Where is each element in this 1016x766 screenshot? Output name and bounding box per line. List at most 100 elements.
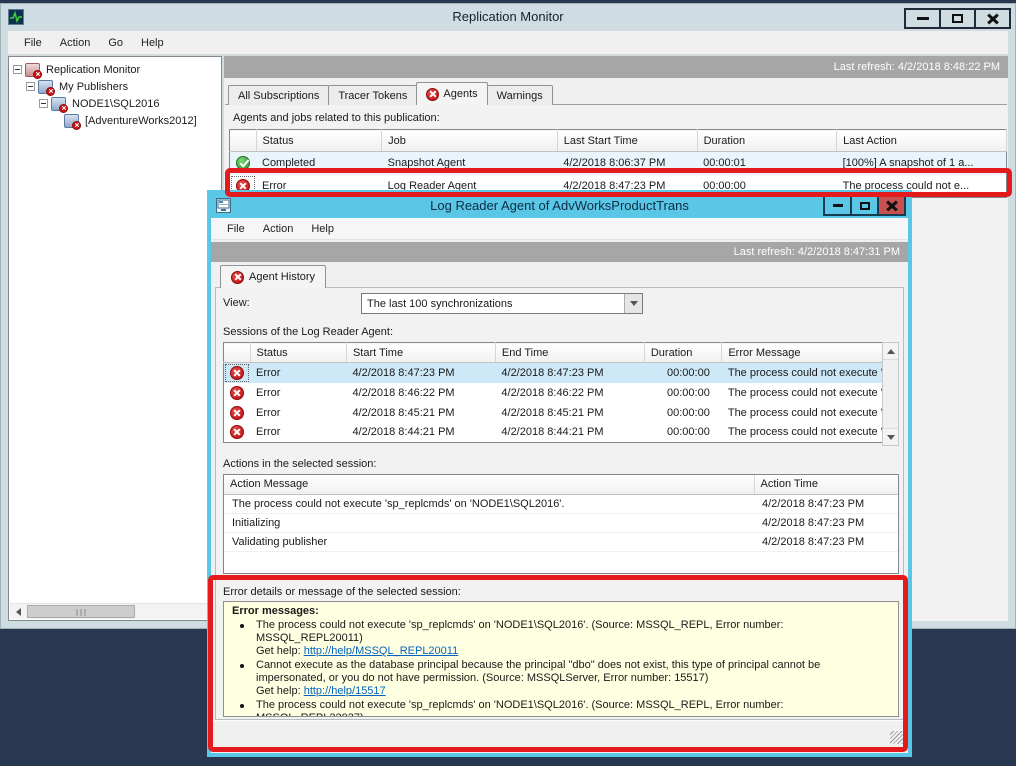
collapse-expander-icon[interactable] bbox=[39, 99, 48, 108]
error-details-caption: Error details or message of the selected… bbox=[223, 586, 461, 598]
horizontal-scrollbar[interactable] bbox=[10, 603, 220, 619]
column-header-duration[interactable]: Duration bbox=[644, 343, 722, 363]
session-row[interactable]: Error 4/2/2018 8:44:21 PM 4/2/2018 8:44:… bbox=[224, 423, 899, 443]
session-row[interactable]: Error 4/2/2018 8:46:22 PM 4/2/2018 8:46:… bbox=[224, 383, 899, 403]
error-details-box: Error messages: The process could not ex… bbox=[223, 601, 899, 717]
actions-caption: Actions in the selected session: bbox=[223, 458, 376, 470]
menu-action[interactable]: Action bbox=[255, 220, 302, 238]
close-button[interactable] bbox=[877, 195, 906, 216]
sessions-grid: Status Start Time End Time Duration Erro… bbox=[223, 342, 899, 446]
error-icon bbox=[426, 88, 439, 101]
column-header-job[interactable]: Job bbox=[382, 130, 558, 152]
error-icon bbox=[230, 366, 244, 380]
collapse-expander-icon[interactable] bbox=[26, 82, 35, 91]
log-reader-agent-window: Log Reader Agent of AdvWorksProductTrans… bbox=[207, 190, 912, 757]
column-header-action-message[interactable]: Action Message bbox=[224, 475, 754, 494]
tab-agents[interactable]: Agents bbox=[416, 82, 487, 105]
replication-tree-panel: Replication Monitor My Publishers NODE1\… bbox=[8, 56, 222, 621]
scroll-left-arrow-icon[interactable] bbox=[10, 604, 26, 619]
tab-agent-history[interactable]: Agent History bbox=[220, 265, 326, 288]
close-icon bbox=[886, 201, 897, 211]
action-row[interactable]: Initializing 4/2/2018 8:47:23 PM bbox=[224, 513, 898, 532]
tree-item-adventureworks2012[interactable]: [AdventureWorks2012] bbox=[9, 112, 221, 129]
sessions-caption: Sessions of the Log Reader Agent: bbox=[223, 326, 393, 338]
minimize-button[interactable] bbox=[904, 8, 941, 29]
desktop: { "colors": { "annotation_red": "#e41a1c… bbox=[0, 0, 1016, 766]
status-icon-column-header[interactable] bbox=[230, 130, 257, 152]
last-refresh-bar: Last refresh: 4/2/2018 8:47:31 PM bbox=[211, 242, 908, 262]
help-link[interactable]: http://help/15517 bbox=[304, 685, 386, 697]
error-icon bbox=[230, 425, 244, 439]
tab-warnings[interactable]: Warnings bbox=[487, 85, 553, 105]
maximize-icon bbox=[952, 14, 963, 23]
session-row[interactable]: Error 4/2/2018 8:45:21 PM 4/2/2018 8:45:… bbox=[224, 403, 899, 423]
column-header-status[interactable]: Status bbox=[250, 343, 346, 363]
table-row-snapshot-agent[interactable]: Completed Snapshot Agent 4/2/2018 8:06:3… bbox=[230, 152, 1007, 175]
maximize-button[interactable] bbox=[939, 8, 976, 29]
tab-strip: All Subscriptions Tracer Tokens Agents W… bbox=[228, 82, 552, 105]
actions-header-row: Action Message Action Time bbox=[224, 475, 898, 494]
menu-help[interactable]: Help bbox=[303, 220, 342, 238]
agents-table: Status Job Last Start Time Duration Last… bbox=[229, 129, 1007, 198]
error-icon bbox=[230, 406, 244, 420]
column-header-start-time[interactable]: Start Time bbox=[346, 343, 495, 363]
tab-all-subscriptions[interactable]: All Subscriptions bbox=[228, 85, 329, 105]
success-icon bbox=[236, 156, 250, 170]
dialog-titlebar[interactable]: Log Reader Agent of AdvWorksProductTrans bbox=[211, 194, 908, 218]
column-header-end-time[interactable]: End Time bbox=[495, 343, 644, 363]
scrollbar-thumb[interactable] bbox=[27, 605, 135, 618]
error-badge-icon bbox=[33, 70, 42, 79]
collapse-expander-icon[interactable] bbox=[13, 65, 22, 74]
column-header-status[interactable]: Status bbox=[256, 130, 382, 152]
tree-item-node1-sql2016[interactable]: NODE1\SQL2016 bbox=[9, 95, 221, 112]
error-badge-icon bbox=[72, 121, 81, 130]
publishers-node-icon bbox=[38, 80, 53, 94]
action-row[interactable]: Validating publisher 4/2/2018 8:47:23 PM bbox=[224, 532, 898, 551]
session-row[interactable]: Error 4/2/2018 8:47:23 PM 4/2/2018 8:47:… bbox=[224, 363, 899, 383]
close-icon bbox=[986, 13, 999, 24]
error-message-item: The process could not execute 'sp_replcm… bbox=[232, 699, 890, 717]
minimize-icon bbox=[917, 17, 929, 20]
tab-tracer-tokens[interactable]: Tracer Tokens bbox=[328, 85, 417, 105]
close-button[interactable] bbox=[974, 8, 1011, 29]
maximize-icon bbox=[860, 202, 870, 210]
scroll-down-arrow-icon[interactable] bbox=[883, 428, 898, 445]
tree-item-replication-monitor[interactable]: Replication Monitor bbox=[9, 61, 221, 78]
view-dropdown[interactable]: The last 100 synchronizations bbox=[361, 293, 643, 314]
resize-grip[interactable] bbox=[890, 731, 903, 744]
error-badge-icon bbox=[59, 104, 68, 113]
actions-grid: Action Message Action Time The process c… bbox=[223, 474, 899, 574]
view-dropdown-value: The last 100 synchronizations bbox=[362, 298, 624, 310]
view-label: View: bbox=[223, 297, 250, 309]
minimize-icon bbox=[833, 204, 843, 207]
column-header-error-message[interactable]: Error Message bbox=[722, 343, 899, 363]
titlebar[interactable]: Replication Monitor bbox=[1, 4, 1015, 30]
menu-file[interactable]: File bbox=[16, 34, 50, 52]
last-refresh-bar: Last refresh: 4/2/2018 8:48:22 PM bbox=[224, 56, 1008, 78]
publication-node-icon bbox=[64, 114, 79, 128]
menu-help[interactable]: Help bbox=[133, 34, 172, 52]
replication-monitor-node-icon bbox=[25, 63, 40, 77]
error-icon bbox=[231, 271, 244, 284]
action-row[interactable]: The process could not execute 'sp_replcm… bbox=[224, 494, 898, 513]
menu-go[interactable]: Go bbox=[100, 34, 131, 52]
error-messages-heading: Error messages: bbox=[232, 605, 890, 618]
help-link[interactable]: http://help/MSSQL_REPL20011 bbox=[304, 645, 459, 657]
scroll-up-arrow-icon[interactable] bbox=[883, 343, 898, 360]
window-title: Replication Monitor bbox=[1, 9, 1015, 24]
minimize-button[interactable] bbox=[823, 195, 852, 216]
status-bar bbox=[211, 720, 908, 753]
dropdown-button[interactable] bbox=[624, 294, 642, 313]
column-header-last-action[interactable]: Last Action bbox=[837, 130, 1007, 152]
status-icon-column-header[interactable] bbox=[224, 343, 251, 363]
menu-action[interactable]: Action bbox=[52, 34, 99, 52]
menu-file[interactable]: File bbox=[219, 220, 253, 238]
column-header-action-time[interactable]: Action Time bbox=[754, 475, 898, 494]
tree-item-my-publishers[interactable]: My Publishers bbox=[9, 78, 221, 95]
column-header-last-start-time[interactable]: Last Start Time bbox=[557, 130, 697, 152]
vertical-scrollbar[interactable] bbox=[882, 342, 899, 446]
column-header-duration[interactable]: Duration bbox=[697, 130, 837, 152]
dialog-menubar: File Action Help bbox=[211, 218, 908, 240]
maximize-button[interactable] bbox=[850, 195, 879, 216]
agent-history-tab-page: View: The last 100 synchronizations Sess… bbox=[215, 287, 904, 720]
